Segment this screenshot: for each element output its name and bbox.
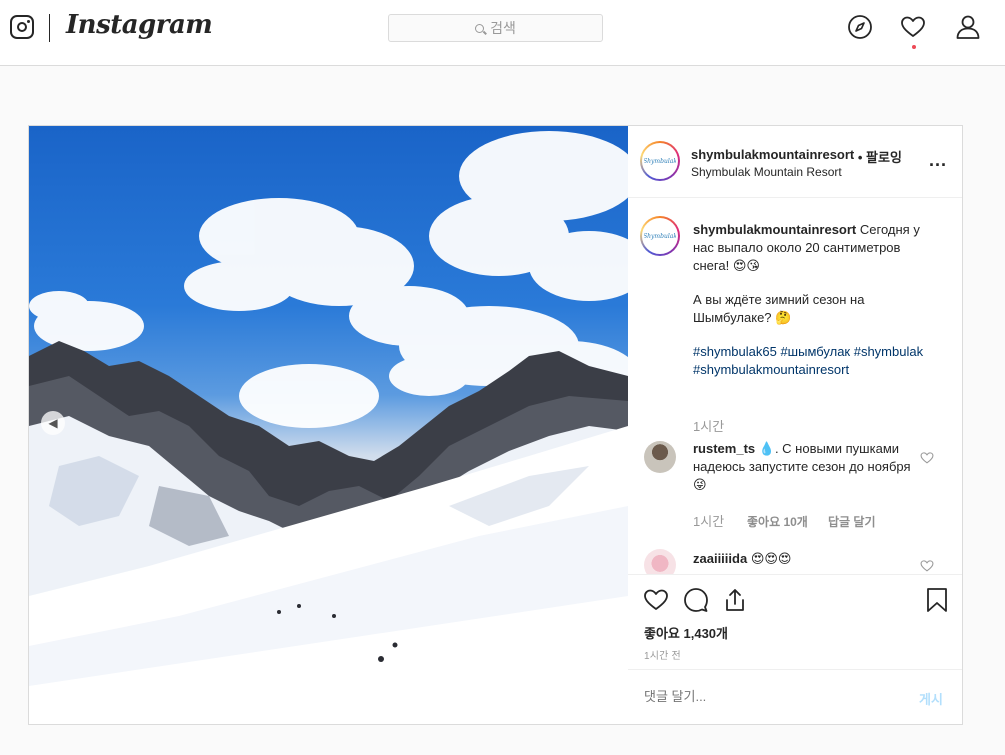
top-nav-bar: Instagram 검색 [0,0,1005,66]
caption-username[interactable]: shymbulakmountainresort [693,222,856,237]
comment-username[interactable]: zaaiiiiida [693,551,747,566]
avatar[interactable]: Shymbulak [640,141,680,181]
comment-item: rustem_ts 💧. С новыми пушками надеюсь за… [693,440,918,494]
like-count[interactable]: 좋아요 1,430개 [644,623,728,642]
comment-likes[interactable]: 좋아요 10개 [747,513,808,530]
follow-status[interactable]: • 팔로잉 [858,150,902,165]
caption-hashtags[interactable]: #shymbulak65 #шымбулак #shymbulak #shymb… [693,343,938,379]
notification-dot [912,45,916,49]
caption: shymbulakmountainresort Сегодня у нас вы… [693,221,938,379]
carousel-dot [300,704,307,710]
comment-like-icon[interactable] [920,559,934,573]
share-icon[interactable] [722,587,748,613]
carousel-dot [330,704,337,710]
comment-like-icon[interactable] [920,451,934,465]
logo-divider [49,14,50,42]
carousel-dots [29,704,628,710]
comment-text: 😍😍😍 [750,551,792,566]
bookmark-icon[interactable] [924,587,950,613]
post-comment-button[interactable]: 게시 [919,689,943,708]
comment-avatar[interactable] [644,549,676,574]
comment-input[interactable] [644,689,894,704]
post-timestamp: 1시간 전 [644,651,681,662]
comment-time: 1시간 [693,514,725,529]
like-icon[interactable] [643,587,669,613]
carousel-prev-icon[interactable]: ◀ [41,411,65,435]
search-placeholder: 검색 [490,20,516,36]
carousel-dot-active [350,704,357,710]
comment-form: 게시 [628,669,962,725]
comments-list: Shymbulak shymbulakmountainresort Сегодн… [628,199,962,574]
avatar-text: Shymbulak [642,143,678,179]
comment-icon[interactable] [683,587,709,613]
caption-line-2: А вы ждёте зимний сезон на Шымбулаке? 🤔 [693,292,865,325]
comment-username[interactable]: rustem_ts [693,441,755,456]
comment-avatar[interactable] [644,441,676,473]
carousel-dot [320,704,327,710]
post-sidebar: Shymbulak shymbulakmountainresort • 팔로잉 … [628,126,962,724]
reply-button[interactable]: 답글 달기 [828,513,876,530]
location-link[interactable]: Shymbulak Mountain Resort [691,165,842,179]
carousel-dot [340,704,347,710]
caption-time: 1시간 [693,419,725,434]
instagram-camera-icon[interactable] [10,15,34,39]
carousel-dot [310,704,317,710]
search-input[interactable]: 검색 [388,14,603,42]
caption-avatar[interactable]: Shymbulak [640,216,680,256]
post-photo[interactable]: ◀ [29,126,628,724]
search-icon [475,23,485,33]
post-author: shymbulakmountainresort • 팔로잉 [691,147,902,166]
post-header: Shymbulak shymbulakmountainresort • 팔로잉 … [628,126,962,198]
comment-item: zaaiiiiida 😍😍😍 [693,550,918,568]
heart-icon[interactable] [900,14,926,40]
more-icon[interactable]: ... [929,150,947,171]
mountain-scene [29,131,628,724]
compass-icon[interactable] [847,14,873,40]
post-actions: 좋아요 1,430개 1시간 전 게시 [628,574,962,724]
profile-icon[interactable] [955,14,981,40]
post-card: ◀ Shymbulak shymbulakmountainresort • 팔로… [28,125,963,725]
instagram-wordmark[interactable]: Instagram [66,10,213,40]
avatar-text: Shymbulak [642,218,678,254]
username-link[interactable]: shymbulakmountainresort [691,147,854,162]
